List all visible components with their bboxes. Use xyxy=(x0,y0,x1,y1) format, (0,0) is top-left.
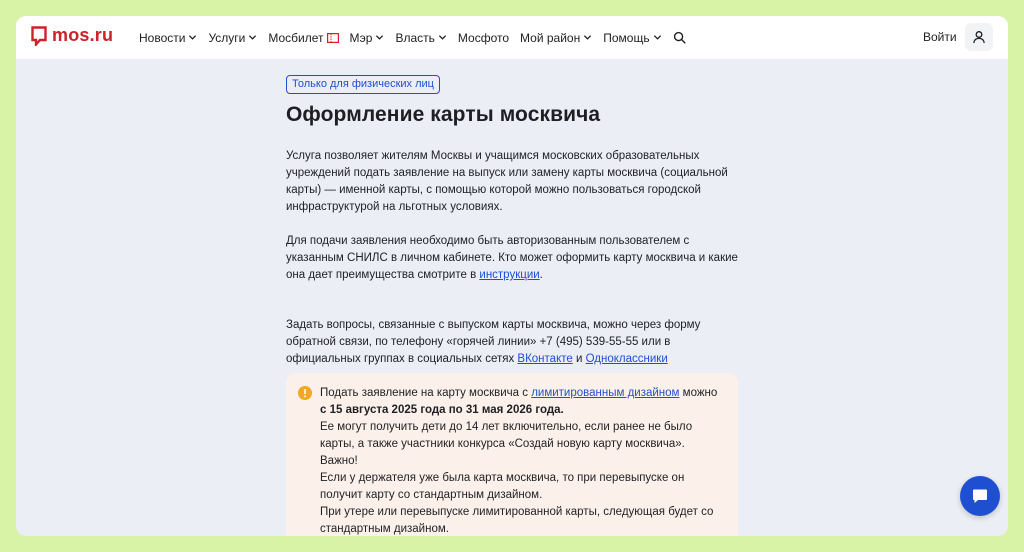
nav-label: Услуги xyxy=(208,30,246,45)
contact-paragraph: Задать вопросы, связанные с выпуском кар… xyxy=(286,317,746,368)
audience-badge: Только для физических лиц xyxy=(286,75,440,94)
notice-important: Важно! xyxy=(320,455,358,467)
nav-item-help[interactable]: Помощь xyxy=(603,31,661,45)
site-logo[interactable]: mos.ru xyxy=(31,25,113,46)
nav-item-my-district[interactable]: Мой район xyxy=(520,31,592,45)
notice-eligibility: Ее могут получить дети до 14 лет включит… xyxy=(320,421,693,450)
search-icon[interactable] xyxy=(673,31,686,44)
mosru-logo-icon xyxy=(31,25,47,46)
notice-text-end: можно xyxy=(679,387,718,399)
nav-label: Мой район xyxy=(520,30,581,45)
notice-dates: с 15 августа 2025 года по 31 мая 2026 го… xyxy=(320,404,564,416)
nav-item-services[interactable]: Услуги xyxy=(208,31,257,45)
nav-label: Новости xyxy=(139,30,186,45)
browser-frame: mos.ru Новости Услуги Мосбилет Мэр Власт… xyxy=(16,16,1008,536)
ticket-icon xyxy=(326,32,339,43)
chat-icon xyxy=(973,489,987,503)
and-word: и xyxy=(572,353,586,365)
chevron-down-icon xyxy=(189,35,197,40)
odnoklassniki-link[interactable]: Одноклассники xyxy=(586,353,668,365)
top-navigation-bar: mos.ru Новости Услуги Мосбилет Мэр Власт… xyxy=(16,16,1008,59)
nav-label: Мосфото xyxy=(457,30,510,45)
limited-design-notice: Подать заявление на карту москвича с лим… xyxy=(286,373,738,536)
vkontakte-link[interactable]: ВКонтакте xyxy=(517,353,572,365)
notice-text: Подать заявление на карту москвича с xyxy=(320,387,532,399)
nav-label: Власть xyxy=(395,30,435,45)
notice-line-1: Подать заявление на карту москвича с лим… xyxy=(320,385,724,402)
chevron-down-icon xyxy=(584,35,592,40)
nav-label: Мэр xyxy=(349,30,373,45)
page-title: Оформление карты москвича xyxy=(286,103,601,126)
chevron-down-icon xyxy=(653,35,661,40)
nav-item-mosbilet[interactable]: Мосбилет xyxy=(268,30,339,45)
logo-text: mos.ru xyxy=(52,25,114,45)
chevron-down-icon xyxy=(376,35,384,40)
nav-item-mosfoto[interactable]: Мосфото xyxy=(458,31,509,45)
main-nav: Новости Услуги Мосбилет Мэр Власть Мосфо… xyxy=(139,16,686,59)
intro-paragraph: Услуга позволяет жителям Москвы и учащим… xyxy=(286,150,728,213)
user-profile-button[interactable] xyxy=(965,23,993,51)
chevron-down-icon xyxy=(249,35,257,40)
login-link[interactable]: Войти xyxy=(923,30,957,44)
notice-lost-card: При утере или перевыпуске лимитированной… xyxy=(320,506,714,535)
nav-label: Мосбилет xyxy=(268,30,324,45)
notice-reissue: Если у держателя уже была карта москвича… xyxy=(320,472,685,501)
support-chat-button[interactable] xyxy=(960,476,1000,516)
chevron-down-icon xyxy=(438,35,446,40)
warning-icon xyxy=(298,386,312,400)
user-icon xyxy=(973,31,985,44)
instructions-link[interactable]: инструкции xyxy=(479,269,539,281)
nav-label: Помощь xyxy=(603,30,650,45)
auth-paragraph: Для подачи заявления необходимо быть авт… xyxy=(286,233,746,284)
nav-item-mayor[interactable]: Мэр xyxy=(350,31,385,45)
nav-item-news[interactable]: Новости xyxy=(139,31,197,45)
limited-design-link[interactable]: лимитированным дизайном xyxy=(531,387,679,399)
auth-end: . xyxy=(539,269,543,281)
main-content: Только для физических лиц Оформление кар… xyxy=(286,74,746,368)
nav-item-government[interactable]: Власть xyxy=(395,31,446,45)
